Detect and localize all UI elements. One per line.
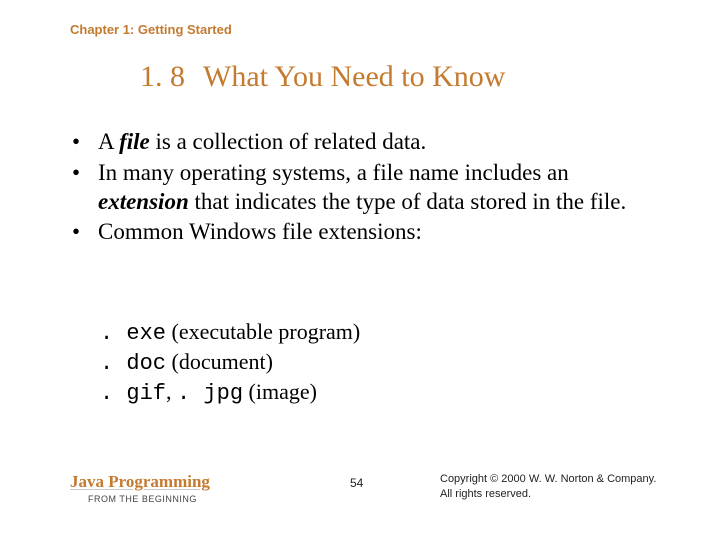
bullet-item: • Common Windows file extensions: [70, 218, 660, 247]
book-subtitle: FROM THE BEGINNING [88, 494, 210, 504]
bullet-item: • A file is a collection of related data… [70, 128, 660, 157]
bullet-pre: In many operating systems, a file name i… [98, 160, 569, 185]
extension-row: . doc (document) [100, 348, 360, 378]
chapter-header: Chapter 1: Getting Started [70, 22, 232, 37]
section-heading: What You Need to Know [203, 60, 505, 93]
extension-row: . exe (executable program) [100, 318, 360, 348]
ext-desc: (image) [243, 379, 317, 404]
bullet-post: is a collection of related data. [150, 129, 427, 154]
section-number: 1. 8 [140, 60, 185, 93]
bullet-em: file [119, 129, 150, 154]
bullet-pre: A [98, 129, 119, 154]
bullet-marker: • [70, 159, 98, 217]
bullet-marker: • [70, 218, 98, 247]
extension-row: . gif, . jpg (image) [100, 378, 360, 408]
bullet-text: In many operating systems, a file name i… [98, 159, 660, 217]
footer: Java Programming FROM THE BEGINNING 54 C… [0, 466, 720, 514]
bullet-item: • In many operating systems, a file name… [70, 159, 660, 217]
copyright: Copyright © 2000 W. W. Norton & Company.… [440, 472, 670, 502]
book-main-title: Java Programming [70, 472, 210, 492]
bullet-pre: Common Windows file extensions: [98, 219, 422, 244]
ext-desc: (executable program) [166, 319, 360, 344]
copyright-line: Copyright © 2000 W. W. Norton & Company. [440, 472, 670, 487]
ext-code: . doc [100, 351, 166, 376]
ext-code: . exe [100, 321, 166, 346]
ext-code: . jpg [177, 381, 243, 406]
bullet-marker: • [70, 128, 98, 157]
book-title-block: Java Programming FROM THE BEGINNING [70, 472, 210, 504]
content-area: • A file is a collection of related data… [70, 128, 660, 249]
bullet-text: Common Windows file extensions: [98, 218, 660, 247]
ext-desc: (document) [166, 349, 273, 374]
bullet-post: that indicates the type of data stored i… [189, 189, 627, 214]
section-title: 1. 8 What You Need to Know [140, 60, 505, 94]
copyright-line: All rights reserved. [440, 487, 670, 502]
bullet-em: extension [98, 189, 189, 214]
ext-code: . gif [100, 381, 166, 406]
ext-sep: , [166, 379, 177, 404]
bullet-text: A file is a collection of related data. [98, 128, 660, 157]
page-number: 54 [350, 476, 363, 490]
extensions-list: . exe (executable program) . doc (docume… [100, 318, 360, 408]
